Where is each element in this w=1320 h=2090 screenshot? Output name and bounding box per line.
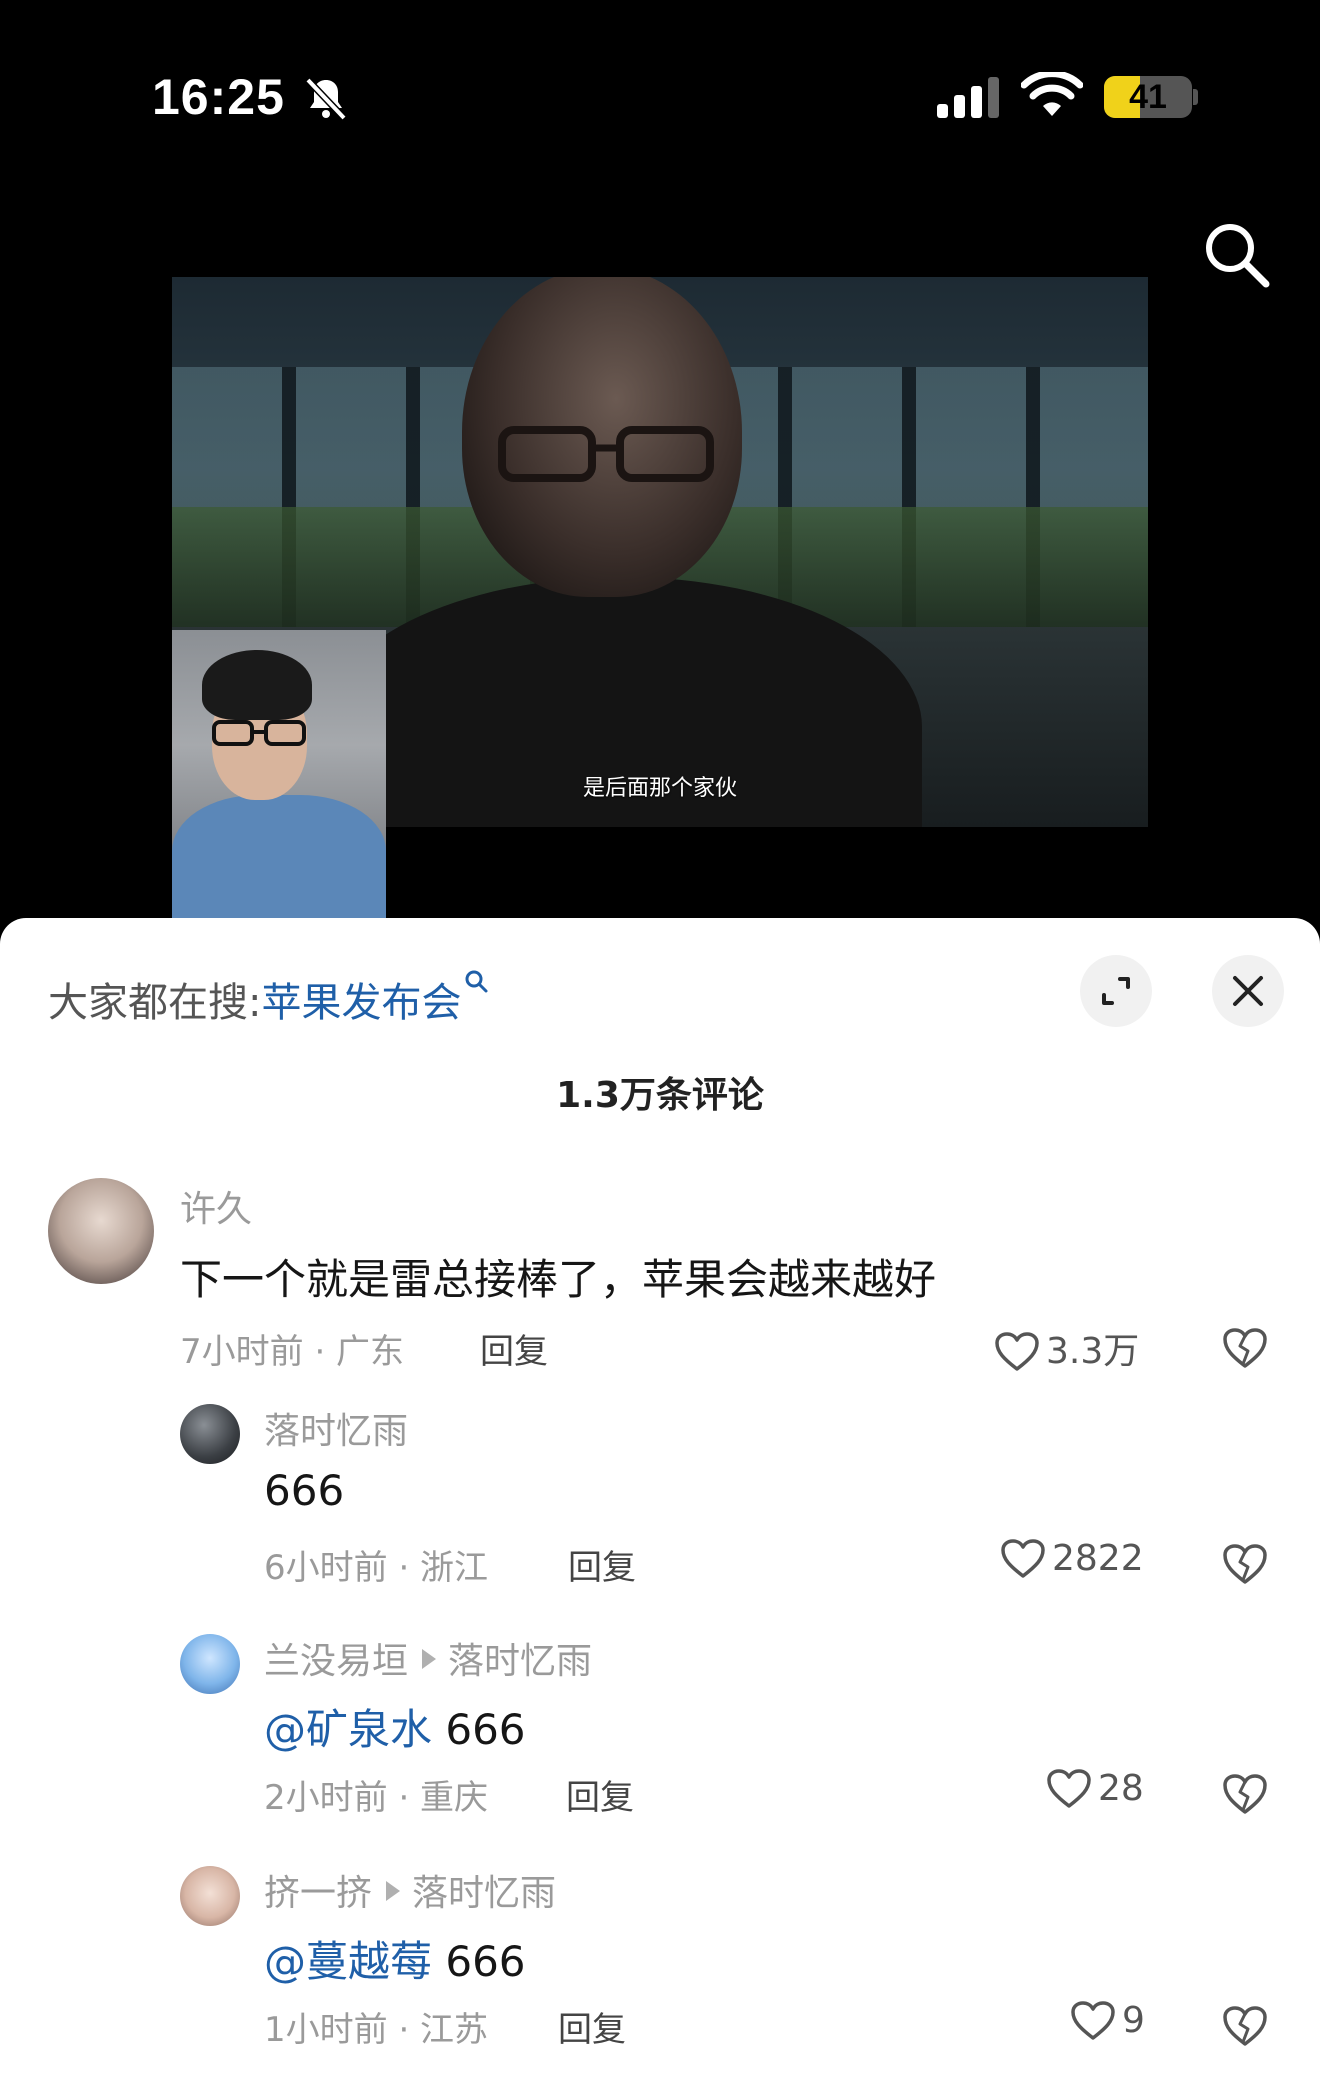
reply-username[interactable]: 挤一挤 落时忆雨 [264, 1864, 556, 1916]
battery-percent: 41 [1129, 78, 1167, 116]
like-count: 3.3万 [1046, 1331, 1140, 1372]
comments-sheet: 大家都在搜:苹果发布会 1.3万条评论 许久 下一个就是雷总接棒了，苹果会越来越… [0, 918, 1320, 2090]
video-person-glasses [498, 426, 714, 482]
reply-text: @蔓越莓 666 [264, 1928, 526, 1989]
like-button[interactable]: 9 [1070, 2000, 1145, 2042]
trending-prefix: 大家都在搜: [48, 980, 262, 1026]
avatar[interactable] [180, 1866, 240, 1926]
reply-arrow-icon [386, 1881, 401, 1901]
reply-text: @矿泉水 666 [264, 1696, 526, 1757]
reply-username[interactable]: 兰没易垣 落时忆雨 [264, 1632, 592, 1684]
reply-time-location: 6小时前 · 浙江 [264, 1548, 489, 1588]
reply-target[interactable]: 落时忆雨 [448, 1641, 592, 1682]
reply-arrow-icon [422, 1649, 437, 1669]
like-count: 2822 [1052, 1538, 1144, 1579]
trending-search[interactable]: 大家都在搜:苹果发布会 [48, 968, 489, 1028]
status-time: 16:25 [152, 69, 285, 125]
bell-off-icon [305, 77, 347, 121]
reply-time-location: 1小时前 · 江苏 [264, 2010, 489, 2050]
reply-time-location: 2小时前 · 重庆 [264, 1778, 489, 1818]
like-button[interactable]: 28 [1046, 1768, 1144, 1810]
avatar[interactable] [180, 1634, 240, 1694]
trending-term-link[interactable]: 苹果发布会 [261, 980, 461, 1026]
wifi-icon [1021, 72, 1083, 116]
avatar[interactable] [180, 1404, 240, 1464]
reply-button[interactable]: 回复 [568, 1540, 636, 1589]
trending-search-icon [465, 970, 488, 993]
close-icon [1233, 976, 1263, 1006]
like-button[interactable]: 3.3万 [994, 1322, 1139, 1374]
heart-icon [1047, 1769, 1091, 1808]
reply-target[interactable]: 落时忆雨 [412, 1873, 556, 1914]
reply-text-body: 666 [432, 1705, 526, 1754]
broken-heart-icon[interactable] [1222, 1326, 1268, 1370]
close-button[interactable] [1212, 955, 1284, 1027]
pip-glasses [212, 720, 306, 746]
reply-text: 666 [264, 1466, 345, 1515]
comment-text: 下一个就是雷总接棒了，苹果会越来越好 [180, 1255, 937, 1304]
search-icon[interactable] [1200, 218, 1272, 290]
comment-time-location: 7小时前 · 广东 [180, 1332, 405, 1372]
like-count: 9 [1122, 2000, 1145, 2041]
expand-icon [1102, 977, 1130, 1005]
mention-link[interactable]: @矿泉水 [264, 1705, 432, 1754]
battery-icon: 41 [1104, 76, 1192, 118]
like-count: 28 [1098, 1768, 1144, 1809]
reply-author[interactable]: 挤一挤 [264, 1873, 372, 1914]
pip-shirt [172, 795, 386, 918]
heart-icon [1071, 2001, 1115, 2040]
comment-username[interactable]: 许久 [180, 1180, 252, 1232]
reply-author[interactable]: 兰没易垣 [264, 1641, 408, 1682]
broken-heart-icon[interactable] [1222, 1542, 1268, 1586]
mention-link[interactable]: @蔓越莓 [264, 1937, 432, 1986]
reply-text-body: 666 [432, 1937, 526, 1986]
avatar[interactable] [48, 1178, 154, 1284]
heart-icon [1001, 1539, 1045, 1578]
battery-cap [1193, 89, 1198, 105]
status-bar: 16:25 41 [0, 0, 1320, 200]
reply-username[interactable]: 落时忆雨 [264, 1402, 408, 1454]
broken-heart-icon[interactable] [1222, 2004, 1268, 2048]
broken-heart-icon[interactable] [1222, 1772, 1268, 1816]
reply-button[interactable]: 回复 [480, 1324, 548, 1373]
heart-icon [995, 1332, 1039, 1371]
expand-button[interactable] [1080, 955, 1152, 1027]
reply-button[interactable]: 回复 [566, 1770, 634, 1819]
signal-icon [937, 77, 999, 118]
pip-hair [202, 650, 312, 720]
reply-button[interactable]: 回复 [558, 2002, 626, 2051]
pip-video[interactable] [172, 630, 386, 918]
comment-count: 1.3万条评论 [556, 1075, 764, 1116]
like-button[interactable]: 2822 [1000, 1538, 1144, 1580]
